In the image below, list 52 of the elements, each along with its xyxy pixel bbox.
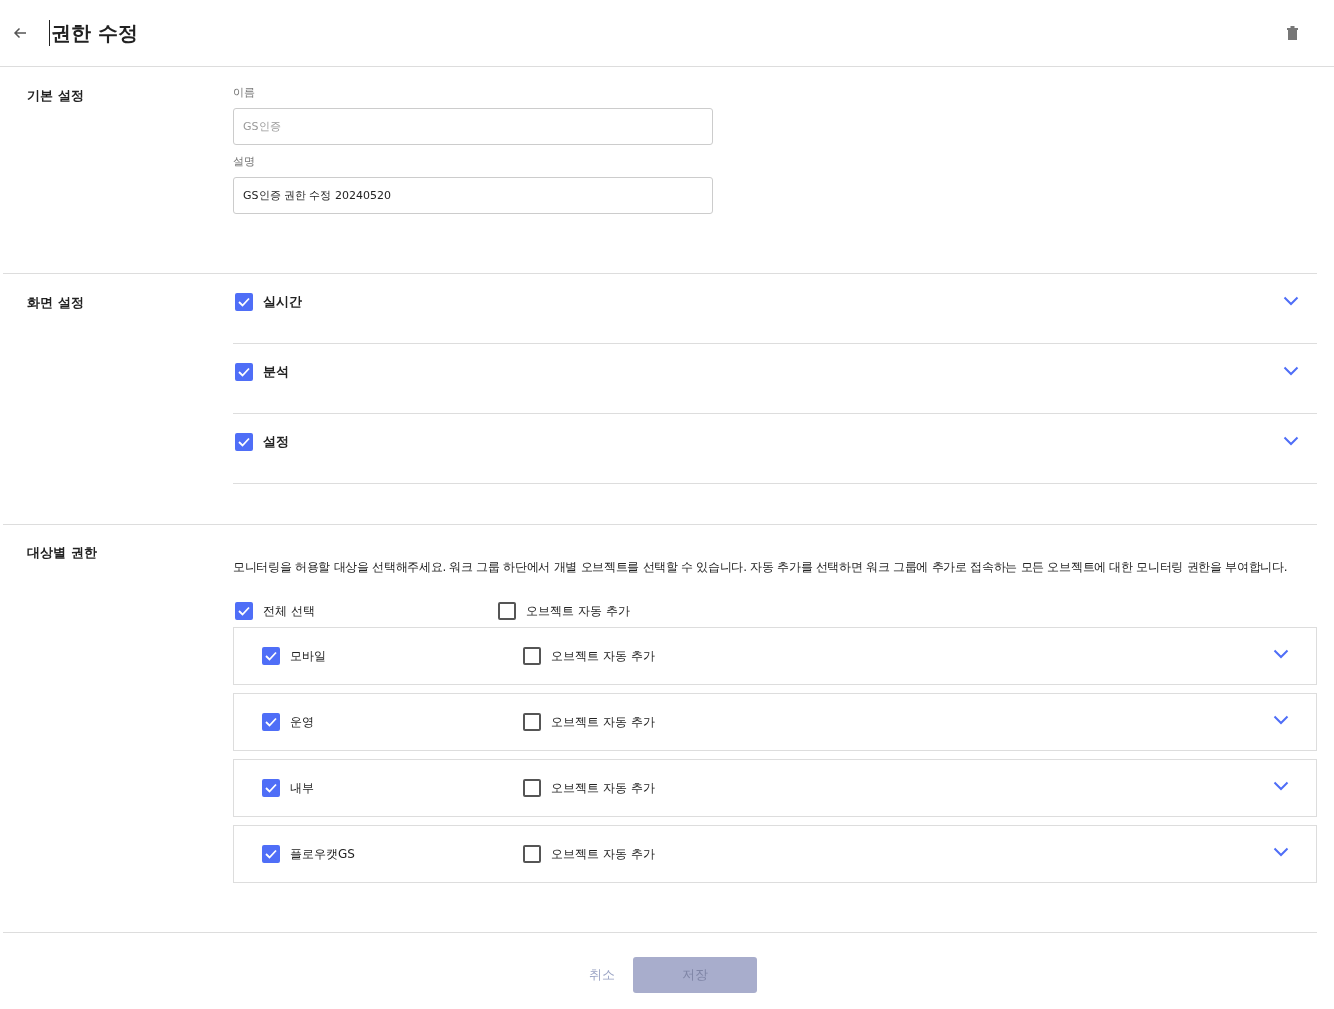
chevron-icon[interactable] [1273,781,1289,791]
chevron-icon[interactable] [1273,715,1289,725]
checkbox-label: 모바일 [290,647,326,665]
checkbox[interactable] [523,779,541,797]
section-heading: 기본 설정 [26,87,85,105]
checkmark-icon [265,651,277,661]
checkbox-label: 오브젝트 자동 추가 [526,602,630,620]
checkmark-icon [238,437,250,447]
checkbox-label: 플로우캣GS [290,845,355,863]
checkbox[interactable] [523,845,541,863]
section-heading: 대상별 권한 [26,544,98,562]
checkbox[interactable] [235,433,253,451]
checkmark-icon [265,783,277,793]
checkbox[interactable] [235,293,253,311]
checkbox[interactable] [523,647,541,665]
checkbox[interactable] [262,779,280,797]
checkbox[interactable] [262,713,280,731]
chevron-icon[interactable] [1283,296,1299,306]
checkbox-label: 오브젝트 자동 추가 [551,779,655,797]
chevron-icon[interactable] [1283,436,1299,446]
checkbox-label: 설정 [263,433,289,451]
checkbox[interactable] [523,713,541,731]
back-arrow-icon[interactable] [13,27,27,39]
checkmark-icon [265,717,277,727]
section-heading: 화면 설정 [26,294,85,312]
text-input[interactable]: GS인증 권한 수정 20240520 [233,177,713,214]
checkbox-label: 오브젝트 자동 추가 [551,713,655,731]
checkbox-label: 전체 선택 [263,602,315,620]
description-text: 모니터링을 허용할 대상을 선택해주세요. 워크 그룹 하단에서 개별 오브젝트를 선택할 수 있습니다. 자동 추가를 선택하면 워크 그룹에 추가로 접속하는 모든 오브젝트에 대한 모니터링 권한을 부여합니다. [233,559,1289,576]
page-title: 권한 수정 [49,20,138,46]
checkmark-icon [238,367,250,377]
checkbox-label: 오브젝트 자동 추가 [551,647,655,665]
checkmark-icon [238,606,250,616]
checkmark-icon [265,849,277,859]
checkbox[interactable] [262,647,280,665]
chevron-icon[interactable] [1283,366,1299,376]
cancel-button[interactable]: 취소 [577,958,627,992]
trash-icon[interactable] [1287,26,1298,40]
checkbox-label: 분석 [263,363,289,381]
chevron-icon[interactable] [1273,847,1289,857]
checkbox-label: 운영 [290,713,314,731]
checkbox[interactable] [498,602,516,620]
checkbox[interactable] [262,845,280,863]
field-label: 설명 [233,154,256,169]
checkbox[interactable] [235,602,253,620]
field-label: 이름 [233,85,256,100]
checkbox[interactable] [235,363,253,381]
checkmark-icon [238,297,250,307]
chevron-icon[interactable] [1273,649,1289,659]
checkbox-label: 내부 [290,779,314,797]
checkbox-label: 실시간 [263,293,302,311]
checkbox-label: 오브젝트 자동 추가 [551,845,655,863]
